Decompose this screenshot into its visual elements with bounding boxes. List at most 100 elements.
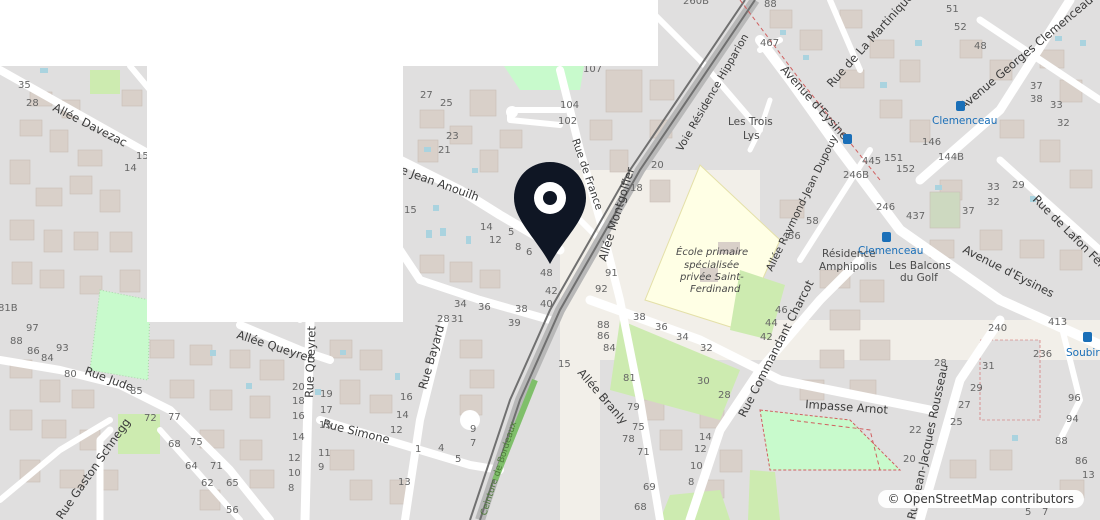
- poi-school-line4: Ferdinand: [690, 284, 741, 295]
- house-number: 81: [623, 373, 636, 384]
- house-number: 236: [1033, 349, 1052, 360]
- house-number: 68: [634, 502, 647, 513]
- house-number: 20: [651, 160, 664, 171]
- bus-stop-icon: [956, 101, 965, 111]
- house-number: 1: [415, 444, 421, 455]
- bus-stop-icon: [1083, 332, 1092, 342]
- house-number: 84: [603, 343, 616, 354]
- house-number: 18: [292, 396, 305, 407]
- house-number: 27: [958, 400, 971, 411]
- house-number: 15: [319, 420, 332, 431]
- map-attribution[interactable]: © OpenStreetMap contributors: [877, 490, 1084, 508]
- house-number: 14: [699, 432, 712, 443]
- house-number: 38: [515, 304, 528, 315]
- house-number: 10: [288, 468, 301, 479]
- park-green-8: [748, 470, 780, 520]
- house-number: 260B: [683, 0, 709, 7]
- house-number: 12: [489, 235, 502, 246]
- house-number: 30: [697, 376, 710, 387]
- house-number: 93: [56, 343, 69, 354]
- house-number: 12: [694, 444, 707, 455]
- house-number: 64: [185, 461, 198, 472]
- house-number: 38: [633, 312, 646, 323]
- house-number: 71: [210, 461, 223, 472]
- house-number: 445: [862, 156, 881, 167]
- house-number: 413: [1048, 317, 1067, 328]
- bus-stop-icon: [882, 232, 891, 242]
- house-number: 10: [690, 461, 703, 472]
- house-number: 14: [124, 163, 137, 174]
- house-number: 28: [718, 390, 731, 401]
- house-number: 32: [700, 343, 713, 354]
- house-number: 14: [396, 410, 409, 421]
- house-number: 34: [454, 299, 467, 310]
- house-number: 13: [1082, 470, 1095, 481]
- house-number: 46: [775, 305, 788, 316]
- house-number: 35: [18, 80, 31, 91]
- house-number: 77: [168, 412, 181, 423]
- map-pin-icon[interactable]: [512, 160, 588, 266]
- house-number: 246: [876, 202, 895, 213]
- house-number: 28: [26, 98, 39, 109]
- house-number: 37: [1030, 81, 1043, 92]
- house-number: 38: [1030, 94, 1043, 105]
- house-number: 16: [400, 392, 413, 403]
- house-number: 23: [446, 131, 459, 142]
- house-number: 52: [954, 22, 967, 33]
- park-green-3: [89, 289, 151, 381]
- house-number: 4: [438, 443, 444, 454]
- house-number: 56: [788, 231, 801, 242]
- house-number: 12: [288, 453, 301, 464]
- house-number: 32: [987, 197, 1000, 208]
- house-number: 151: [884, 153, 903, 164]
- house-number: 68: [168, 439, 181, 450]
- house-number: 144B: [938, 152, 964, 163]
- house-number: 13: [398, 477, 411, 488]
- unloaded-tile-left: [147, 66, 403, 322]
- poi-les-balcons-du-golf-line2: du Golf: [900, 272, 938, 284]
- house-number: 8: [688, 477, 694, 488]
- house-number: 42: [545, 286, 558, 297]
- stop-clemenceau-1: Clemenceau: [932, 115, 997, 127]
- house-number: 36: [478, 302, 491, 313]
- house-number: 102: [558, 116, 577, 127]
- unloaded-tile-top: [0, 0, 658, 66]
- house-number: 437: [906, 211, 925, 222]
- house-number: 42: [760, 332, 773, 343]
- poi-les-trois-lys-line1: Les Trois: [728, 116, 773, 128]
- house-number: 14: [480, 222, 493, 233]
- house-number: 92: [595, 284, 608, 295]
- house-number: 48: [974, 41, 987, 52]
- house-number: 88: [597, 320, 610, 331]
- house-number: 7: [470, 438, 476, 449]
- house-number: 9: [470, 424, 476, 435]
- poi-school-line1: École primaire: [676, 245, 748, 258]
- house-number: 17: [320, 405, 333, 416]
- house-number: 33: [1050, 100, 1063, 111]
- house-number: 146: [922, 137, 941, 148]
- house-number: 31: [982, 361, 995, 372]
- house-number: 69: [643, 482, 656, 493]
- poi-school-line2: spécialisée: [684, 259, 739, 271]
- poi-les-balcons-du-golf-line1: Les Balcons: [889, 260, 951, 272]
- house-number: 85: [130, 386, 143, 397]
- house-number: 9: [318, 462, 324, 473]
- house-number: 58: [806, 216, 819, 227]
- cul-de-sac-1: [506, 106, 518, 118]
- house-number: 14: [292, 432, 305, 443]
- house-number: 34: [676, 332, 689, 343]
- house-number: 15: [404, 205, 417, 216]
- house-number: 246B: [843, 170, 869, 181]
- house-number: 62: [201, 478, 214, 489]
- house-number: 88: [1055, 436, 1068, 447]
- house-number: 91: [605, 268, 618, 279]
- poi-school-line3: privée Saint-: [679, 271, 744, 283]
- house-number: 71: [637, 447, 650, 458]
- house-number: 65: [226, 478, 239, 489]
- house-number: 37: [962, 206, 975, 217]
- house-number: 56: [226, 505, 239, 516]
- house-number: 96: [1068, 393, 1081, 404]
- house-number: 75: [632, 422, 645, 433]
- poi-residence-amphipolis-line2: Amphipolis: [819, 261, 877, 273]
- house-number: 78: [622, 434, 635, 445]
